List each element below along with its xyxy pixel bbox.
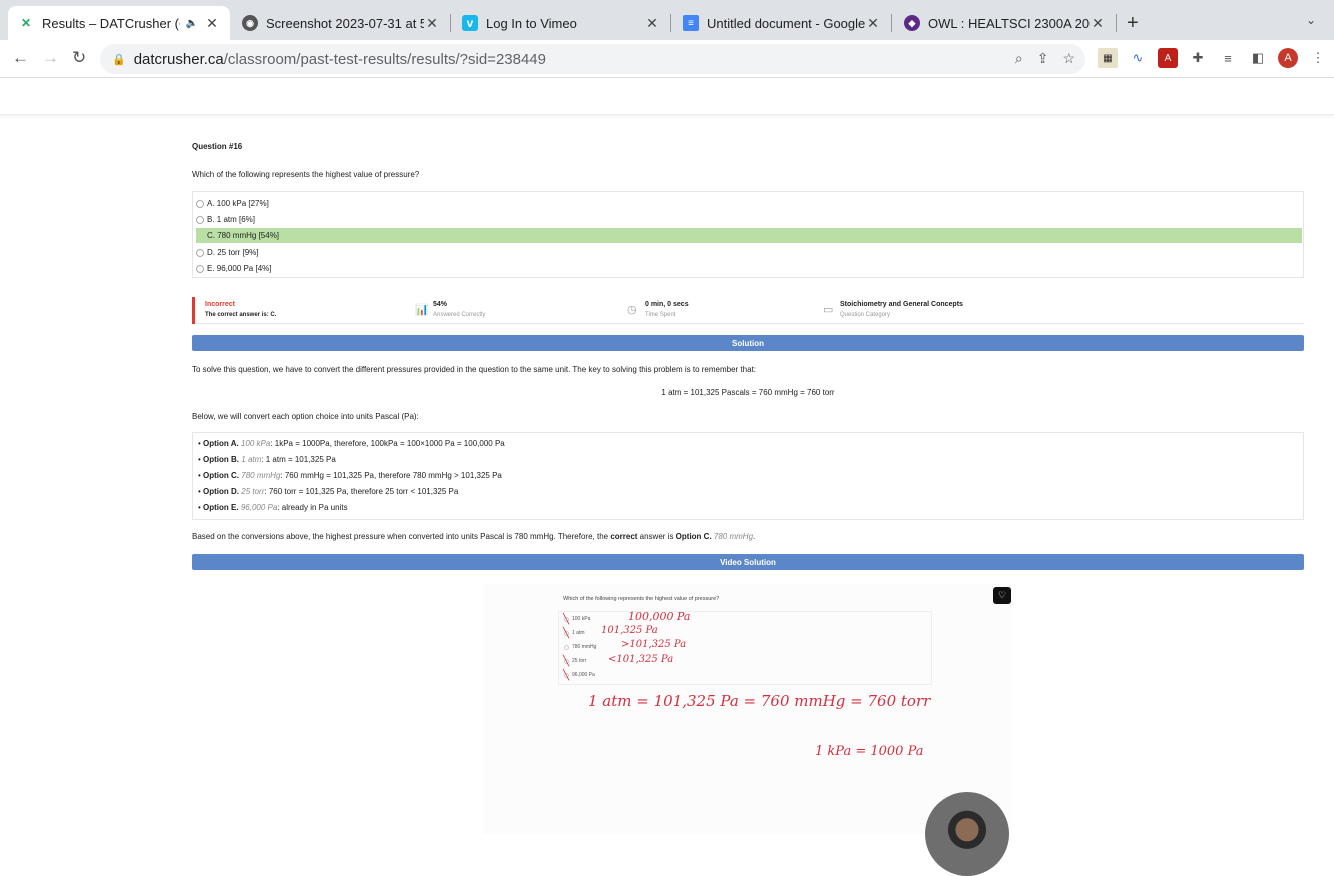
bookmark-star-icon[interactable]: ☆ [1062,50,1075,67]
calendar-icon: ▭ [823,304,834,316]
address-bar[interactable]: 🔒 datcrusher.ca/classroom/past-test-resu… [100,44,1085,74]
globe-icon: ◉ [242,15,258,31]
conversion-item: • Option A. 100 kPa: 1kPa = 1000Pa, ther… [198,439,505,448]
puzzle-extensions-icon[interactable]: ✚ [1188,48,1208,68]
tab-search-chevron-icon[interactable]: ⌄ [1306,13,1316,27]
close-tab-icon[interactable]: ✕ [865,15,881,32]
menu-kebab-icon[interactable]: ⋮ [1308,48,1328,68]
conversion-list: • Option A. 100 kPa: 1kPa = 1000Pa, ther… [192,432,1304,520]
question-text: Which of the following represents the hi… [192,170,420,179]
solution-formula: 1 atm = 101,325 Pascals = 760 mmHg = 760… [661,388,835,397]
option-a[interactable]: A. 100 kPa [27%] [196,196,1302,211]
handwritten-mark: ╲ [563,670,570,681]
conversion-item: • Option D. 25 torr: 760 torr = 101,325 … [198,487,459,496]
owl-icon: ◆ [904,15,920,31]
conversion-item: • Option E. 96,000 Pa: already in Pa uni… [198,503,348,512]
handwritten-note: <101,325 Pa [608,654,674,665]
conversion-item: • Option C. 780 mmHg: 760 mmHg = 101,325… [198,471,502,480]
question-category: Stoichiometry and General Concepts Quest… [840,301,963,318]
tab-vimeo[interactable]: v Log In to Vimeo ✕ [452,6,671,40]
x-logo-icon: ✕ [20,16,32,30]
tab-bar: ✕ Results – DATCrusher (Can 🔈 ✕ ◉ Screen… [0,0,1334,40]
profile-avatar[interactable]: A [1278,48,1298,68]
video-options-box: 100 kPa 1 atm 780 mmHg 25 torr 96,000 Pa [558,611,932,685]
handwritten-note: 100,000 Pa [628,610,691,623]
option-c-correct[interactable]: C. 780 mmHg [54%] [196,228,1302,243]
clock-icon: ◷ [627,304,637,316]
pdf-extension-icon[interactable]: A [1158,48,1178,68]
video-solution-header[interactable]: Video Solution [192,554,1304,570]
solution-conclusion: Based on the conversions above, the high… [192,532,756,541]
close-tab-icon[interactable]: ✕ [1090,15,1106,32]
conversion-item: • Option B. 1 atm: 1 atm = 101,325 Pa [198,455,336,464]
forward-arrow-icon[interactable]: → [42,48,59,68]
bar-chart-icon: 📊 [415,304,429,316]
lock-icon[interactable]: 🔒 [112,53,126,66]
handwritten-mark: ╲ [563,614,570,625]
answered-correctly: 54% Answered Correctly [433,301,486,318]
handwritten-note: 101,325 Pa [601,625,658,636]
result-stats: Incorrect The correct answer is: C. 📊 54… [192,297,1304,324]
zoom-icon[interactable]: ⌕ [1015,50,1023,67]
solution-intro: To solve this question, we have to conve… [192,365,757,374]
radio-icon[interactable] [196,248,204,257]
vimeo-icon: v [462,15,478,31]
close-tab-icon[interactable]: ✕ [204,15,220,32]
reload-icon[interactable]: ↻ [72,48,86,68]
video-option: 780 mmHg [564,644,596,650]
side-panel-icon[interactable]: ◧ [1248,48,1268,68]
option-b[interactable]: B. 1 atm [6%] [196,212,1302,227]
option-e[interactable]: E. 96,000 Pa [4%] [196,261,1302,276]
radio-icon[interactable] [196,199,204,208]
video-question-text: Which of the following represents the hi… [563,596,720,602]
answer-options: A. 100 kPa [27%] B. 1 atm [6%] C. 780 mm… [192,191,1304,278]
option-d[interactable]: D. 25 torr [9%] [196,245,1302,260]
tab-results[interactable]: ✕ Results – DATCrusher (Can 🔈 ✕ [8,6,230,40]
speaker-icon[interactable]: 🔈 [186,18,198,29]
time-spent: 0 min, 0 secs Time Spent [645,301,689,318]
close-tab-icon[interactable]: ✕ [644,15,660,32]
tab-google-docs[interactable]: ≡ Untitled document - Google Do ✕ [673,6,892,40]
result-status: Incorrect The correct answer is: C. [205,301,277,318]
handwritten-mark: ╲ [563,656,570,667]
heart-icon[interactable]: ♡ [993,587,1011,604]
handwritten-note: >101,325 Pa [621,639,687,650]
tab-owl[interactable]: ◆ OWL : HEALTSCI 2300A 200 S ✕ [894,6,1117,40]
handwritten-kpa-note: 1 kPa = 1000 Pa [815,744,924,759]
incorrect-indicator [192,297,195,324]
handwritten-formula: 1 atm = 101,325 Pa = 760 mmHg = 760 torr [588,692,931,710]
media-control-icon[interactable]: ≡ [1218,48,1238,68]
video-player[interactable]: Which of the following represents the hi… [483,584,1012,876]
close-tab-icon[interactable]: ✕ [424,15,440,32]
handwritten-mark: ╲ [563,628,570,639]
tab-screenshot[interactable]: ◉ Screenshot 2023-07-31 at 5.0 ✕ [232,6,451,40]
radio-icon[interactable] [196,264,204,273]
wave-extension-icon[interactable]: ∿ [1128,48,1148,68]
solution-header[interactable]: Solution [192,335,1304,351]
back-arrow-icon[interactable]: ← [12,48,29,68]
site-header [0,79,1334,115]
new-tab-button[interactable]: + [1127,12,1139,35]
presenter-video [925,792,1009,876]
calculator-extension-icon[interactable]: ▦ [1098,48,1118,68]
solution-below-text: Below, we will convert each option choic… [192,412,419,421]
radio-icon[interactable] [196,215,204,224]
docs-icon: ≡ [683,15,699,31]
question-number: Question #16 [192,142,243,151]
share-icon[interactable]: ⇪ [1037,50,1049,67]
extensions-area: ▦ ∿ A ✚ ≡ ◧ A ⋮ [1098,48,1328,68]
